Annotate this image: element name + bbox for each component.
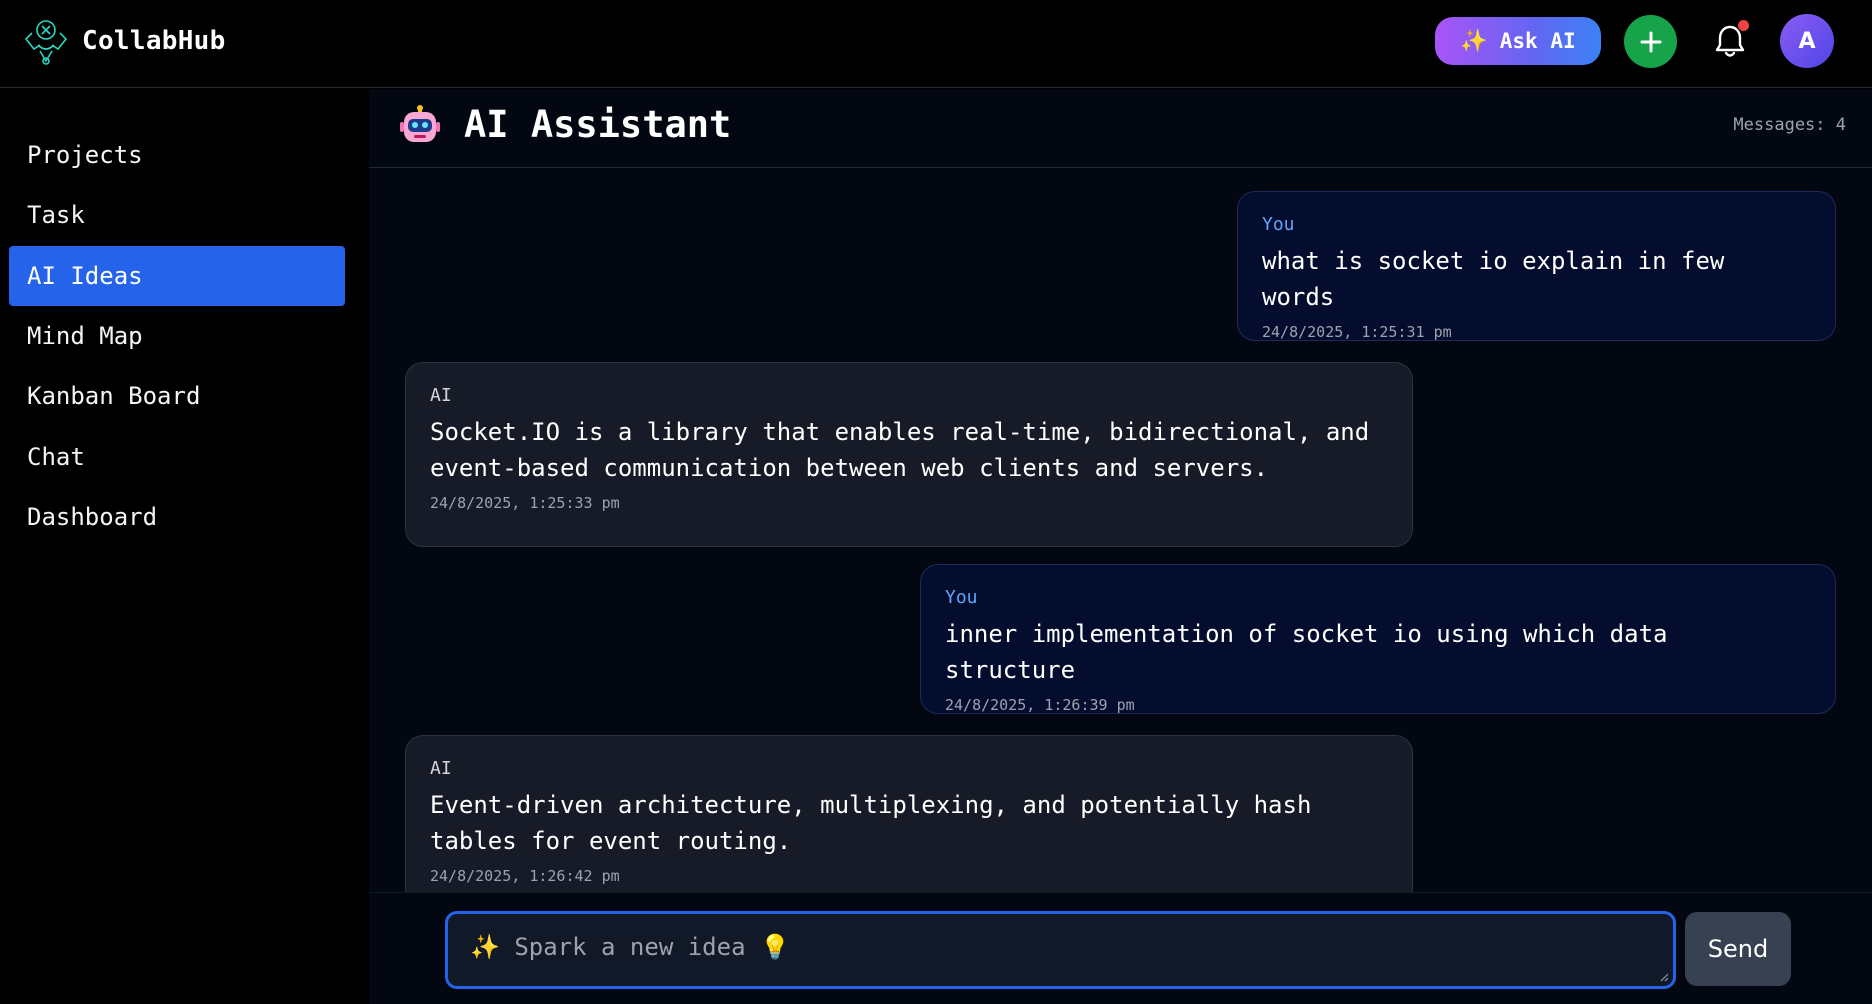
top-bar: CollabHub ✨ Ask AI A — [0, 0, 1872, 88]
sidebar-item-projects[interactable]: Projects — [9, 125, 345, 185]
message-timestamp: 24/8/2025, 1:26:42 pm — [430, 867, 620, 885]
sidebar-item-chat[interactable]: Chat — [9, 427, 345, 487]
message-timestamp: 24/8/2025, 1:26:39 pm — [945, 696, 1135, 714]
message-sender: AI — [430, 385, 452, 406]
message-text: Socket.IO is a library that enables real… — [430, 418, 1370, 482]
sidebar-item-ai-ideas[interactable]: AI Ideas — [9, 246, 345, 306]
sidebar-item-task[interactable]: Task — [9, 185, 345, 245]
sidebar-item-kanban-board[interactable]: Kanban Board — [9, 366, 345, 426]
message-sender: AI — [430, 758, 452, 779]
app-name: CollabHub — [82, 26, 226, 56]
ask-ai-label: Ask AI — [1499, 29, 1576, 53]
plus-icon — [1640, 31, 1661, 52]
idea-input-container[interactable] — [445, 911, 1676, 989]
robot-icon — [400, 105, 440, 142]
chat-header: AI Assistant Messages: 4 — [369, 89, 1872, 168]
ask-ai-button[interactable]: ✨ Ask AI — [1435, 17, 1601, 65]
collabhub-logo-icon — [24, 20, 68, 65]
message-text: Event-driven architecture, multiplexing,… — [430, 791, 1312, 855]
message-sender: You — [1262, 214, 1295, 235]
message-sender: You — [945, 587, 978, 608]
message-timestamp: 24/8/2025, 1:25:33 pm — [430, 494, 620, 512]
message-bubble-user: You what is socket io explain in few wor… — [1237, 191, 1836, 341]
avatar[interactable]: A — [1780, 14, 1834, 68]
message-text: what is socket io explain in few words — [1262, 247, 1725, 311]
brand[interactable]: CollabHub — [18, 12, 226, 70]
message-list[interactable]: You what is socket io explain in few wor… — [369, 169, 1872, 892]
message-bubble-user: You inner implementation of socket io us… — [920, 564, 1836, 714]
message-composer: Send — [369, 892, 1872, 1004]
notification-dot — [1738, 20, 1749, 31]
sparkles-icon: ✨ — [1460, 28, 1488, 54]
message-bubble-ai: AI Socket.IO is a library that enables r… — [405, 362, 1413, 547]
sidebar: Projects Task AI Ideas Mind Map Kanban B… — [0, 89, 369, 1004]
idea-input[interactable] — [470, 933, 1673, 967]
sidebar-item-mind-map[interactable]: Mind Map — [9, 306, 345, 366]
message-text: inner implementation of socket io using … — [945, 620, 1668, 684]
add-button[interactable] — [1624, 15, 1677, 68]
message-count: Messages: 4 — [1733, 115, 1846, 135]
message-timestamp: 24/8/2025, 1:25:31 pm — [1262, 323, 1452, 341]
message-bubble-ai: AI Event-driven architecture, multiplexi… — [405, 735, 1413, 892]
sidebar-item-dashboard[interactable]: Dashboard — [9, 487, 345, 547]
send-button[interactable]: Send — [1685, 912, 1791, 986]
page-title: AI Assistant — [464, 103, 732, 146]
chat-panel: AI Assistant Messages: 4 You what is soc… — [369, 89, 1872, 1004]
resize-handle-icon[interactable] — [1659, 972, 1669, 982]
